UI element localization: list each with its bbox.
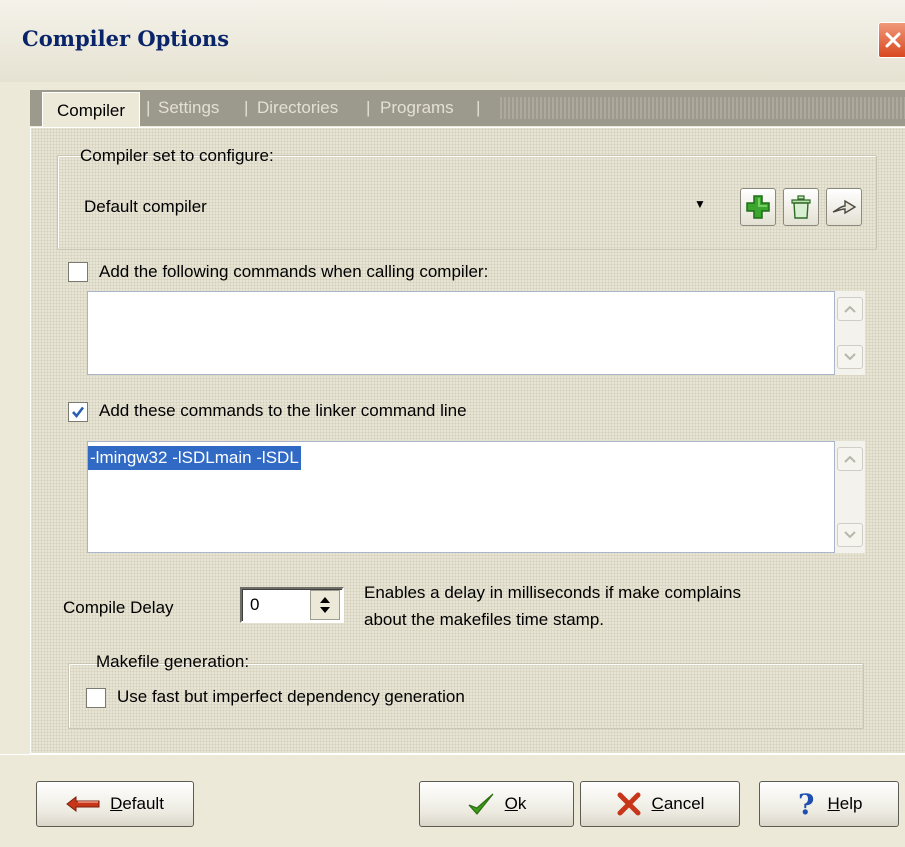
help-button[interactable]: ? Help (759, 781, 899, 827)
close-button[interactable] (878, 22, 905, 58)
checkmark-icon (468, 793, 494, 815)
scroll-up-button[interactable] (837, 297, 863, 321)
compiler-set-label: Compiler set to configure: (80, 146, 274, 165)
help-icon: ? (798, 790, 814, 818)
trash-icon (791, 195, 811, 219)
cancel-icon (617, 792, 641, 816)
arrow-left-icon (66, 796, 100, 812)
tab-separator: | (146, 98, 151, 117)
tab-settings[interactable]: Settings (158, 98, 219, 118)
tab-programs[interactable]: Programs (380, 98, 454, 118)
chevron-down-icon (844, 353, 856, 361)
compile-delay-hint-line2: about the makefiles time stamp. (364, 610, 605, 629)
cancel-button-label: Cancel (651, 794, 705, 813)
ok-button[interactable]: Ok (419, 781, 574, 827)
compile-delay-label: Compile Delay (63, 598, 174, 617)
chevron-up-icon (844, 455, 856, 463)
cancel-button[interactable]: Cancel (580, 781, 740, 827)
rename-icon (832, 199, 857, 215)
title-bar: Compiler Options (0, 0, 905, 82)
scroll-up-button[interactable] (837, 447, 863, 471)
linker-commands-scrollbar[interactable] (835, 441, 865, 553)
chevron-down-icon (844, 531, 856, 539)
checkmark-icon (72, 406, 85, 419)
scroll-down-button[interactable] (837, 523, 863, 547)
compile-delay-hint-line1: Enables a delay in milliseconds if make … (364, 583, 742, 602)
help-button-label: Help (827, 794, 863, 813)
linker-commands-value[interactable]: -lmingw32 -lSDLmain -lSDL (88, 446, 301, 470)
fast-dependency-checkbox[interactable] (86, 688, 106, 708)
compiler-set-select[interactable]: Default compiler (72, 188, 720, 226)
compiler-commands-textarea[interactable] (87, 291, 835, 375)
window-title: Compiler Options (22, 26, 230, 51)
makefile-group-label: Makefile generation: (96, 652, 250, 671)
scroll-down-button[interactable] (837, 345, 863, 369)
ok-button-label: Ok (504, 794, 527, 813)
close-icon (885, 32, 901, 48)
chevron-down-icon[interactable]: ▼ (694, 197, 706, 211)
chevron-up-icon (844, 305, 856, 313)
add-compiler-button[interactable] (740, 188, 776, 226)
default-button-label: Default (110, 794, 164, 813)
fast-dependency-label: Use fast but imperfect dependency genera… (117, 687, 465, 706)
compiler-set-value: Default compiler (84, 197, 207, 216)
compiler-commands-label: Add the following commands when calling … (99, 262, 489, 281)
delete-compiler-button[interactable] (783, 188, 819, 226)
linker-commands-label: Add these commands to the linker command… (99, 401, 467, 420)
linker-commands-checkbox[interactable] (68, 402, 88, 422)
tab-directories[interactable]: Directories (257, 98, 338, 118)
tab-separator: | (244, 98, 249, 117)
compile-delay-spinner[interactable] (310, 590, 340, 620)
bottom-separator (0, 754, 905, 755)
default-button[interactable]: Default (36, 781, 194, 827)
tab-strip-pattern (500, 97, 905, 119)
tab-compiler-label: Compiler (56, 100, 126, 120)
svg-text:?: ? (798, 790, 814, 818)
tab-separator: | (366, 98, 371, 117)
compiler-commands-scrollbar[interactable] (835, 291, 865, 375)
spin-arrows-icon (320, 597, 330, 613)
tab-compiler[interactable]: Compiler (42, 92, 140, 128)
rename-compiler-button[interactable] (826, 188, 862, 226)
tab-separator: | (476, 98, 481, 117)
compile-delay-value: 0 (250, 595, 260, 614)
add-icon (746, 195, 770, 219)
compiler-commands-checkbox[interactable] (68, 262, 88, 282)
